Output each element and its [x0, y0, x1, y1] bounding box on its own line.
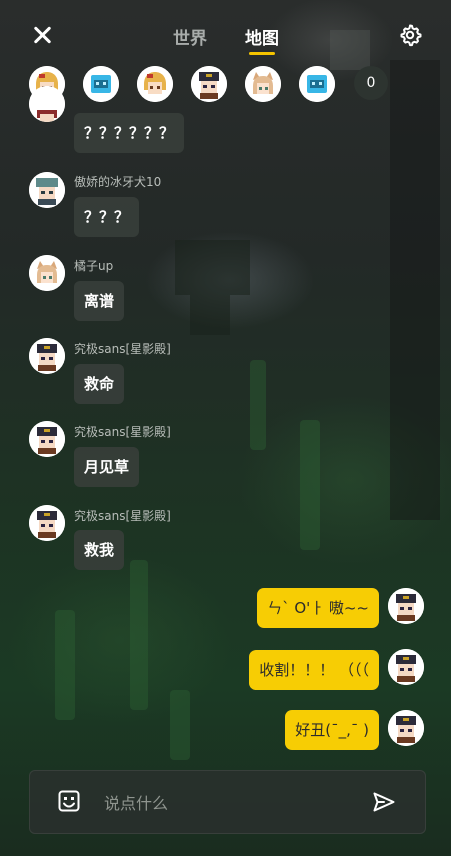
player-avatar[interactable] — [137, 66, 173, 102]
background-cactus — [250, 360, 266, 450]
player-avatar[interactable] — [83, 66, 119, 102]
avatar[interactable] — [29, 255, 65, 291]
avatar[interactable] — [388, 710, 424, 746]
background-cactus — [130, 560, 148, 710]
player-avatar[interactable] — [299, 66, 335, 102]
sender-name: 橘子up — [74, 259, 114, 273]
background-block — [175, 240, 250, 295]
own-message-bubble: 收割！！！ （（（ — [249, 650, 379, 690]
sender-name: 究极sans[星影殿] — [74, 509, 171, 523]
tab-world[interactable]: 世界 — [173, 24, 207, 49]
emoji-icon[interactable] — [58, 790, 80, 812]
background-pillar — [390, 60, 440, 520]
player-avatar[interactable] — [245, 66, 281, 102]
message-bubble: 救命 — [74, 364, 125, 404]
chat-input-bar — [29, 770, 426, 834]
gear-icon[interactable] — [398, 23, 422, 47]
avatar[interactable] — [29, 421, 65, 457]
sender-name: 究极sans[星影殿] — [74, 342, 171, 356]
message-bubble: 离谱 — [74, 281, 125, 321]
background-cactus — [170, 690, 190, 760]
message-bubble: ？？？ — [74, 197, 140, 237]
send-icon[interactable] — [372, 790, 396, 814]
background-cactus — [300, 420, 320, 550]
avatar[interactable] — [29, 338, 65, 374]
own-message-bubble: ㄣ` O'ㅏ 嗷~~ — [257, 588, 379, 628]
message-bubble: 救我 — [74, 530, 125, 570]
avatar[interactable] — [29, 172, 65, 208]
online-players-row: 0 — [0, 66, 451, 104]
close-icon[interactable] — [30, 23, 54, 47]
tab-map[interactable]: 地图 — [245, 24, 279, 49]
own-message-bubble: 好丑(ˉ_,ˉ ) — [285, 710, 379, 750]
message-bubble: ？？？？？？ — [74, 113, 185, 153]
avatar[interactable] — [388, 588, 424, 624]
avatar[interactable] — [29, 505, 65, 541]
avatar[interactable] — [29, 86, 65, 122]
player-count-badge[interactable]: 0 — [354, 66, 388, 100]
sender-name: 究极sans[星影殿] — [74, 425, 171, 439]
message-bubble: 月见草 — [74, 447, 140, 487]
avatar[interactable] — [388, 649, 424, 685]
active-tab-indicator — [249, 52, 275, 55]
background-cactus — [55, 610, 75, 720]
top-bar: 世界 地图 — [0, 0, 451, 60]
message-input[interactable] — [102, 789, 346, 817]
player-avatar[interactable] — [191, 66, 227, 102]
game-background — [0, 0, 451, 856]
sender-name: 傲娇的冰牙犬10 — [74, 175, 162, 189]
background-block — [190, 295, 230, 335]
